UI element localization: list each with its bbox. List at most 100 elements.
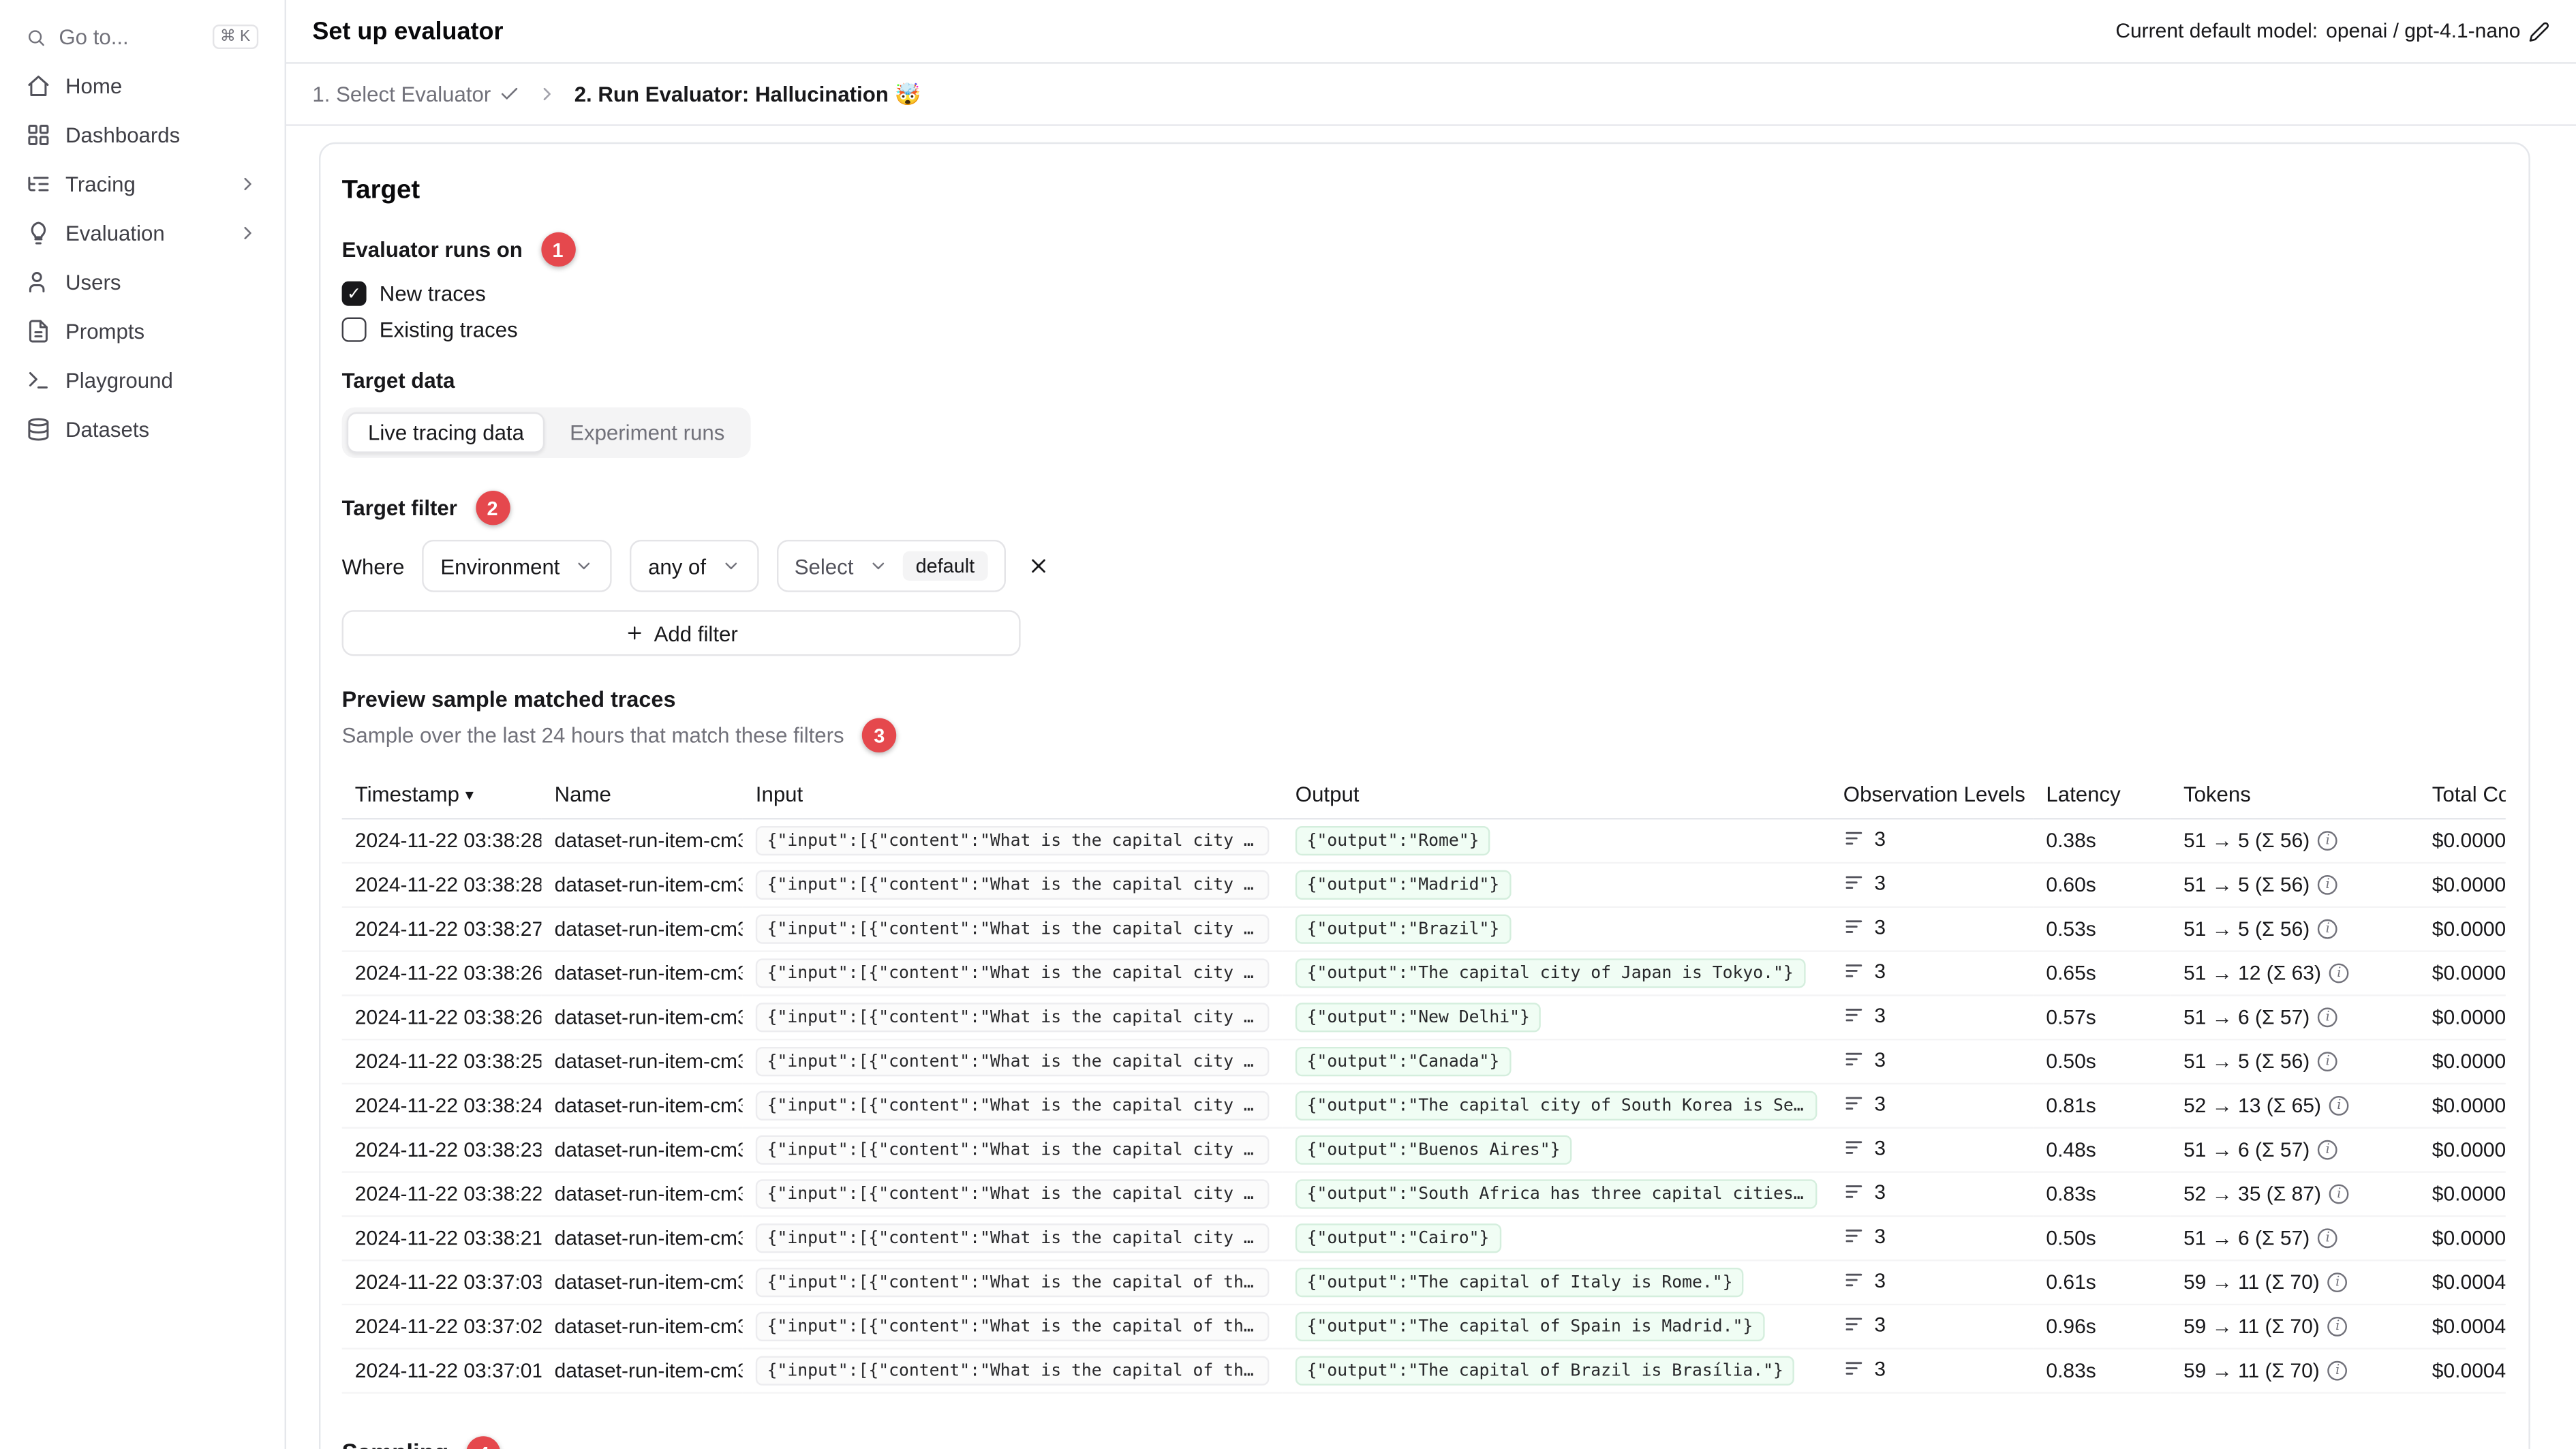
- edit-model-icon[interactable]: [2528, 20, 2549, 42]
- output-chip[interactable]: {"output":"Buenos Aires"}: [1295, 1135, 1572, 1165]
- cell-output: {"output":"New Delhi"}: [1282, 995, 1830, 1041]
- col-header-tokens[interactable]: Tokens: [2170, 770, 2419, 820]
- content: Target Evaluator runs on 1 ✓ New traces …: [286, 125, 2576, 1449]
- input-chip[interactable]: {"input":[{"content":"What is the capita…: [755, 1135, 1270, 1165]
- input-chip[interactable]: {"input":[{"content":"What is the capita…: [755, 1047, 1270, 1077]
- col-header-output[interactable]: Output: [1282, 770, 1830, 820]
- table-body: 2024-11-22 03:38:28 dataset-run-item-cm3…: [341, 819, 2506, 1394]
- evaluation-icon: [31, 222, 46, 245]
- info-icon: i: [2318, 919, 2338, 939]
- step-run-evaluator: 2. Run Evaluator: Hallucination 🤯: [574, 80, 921, 106]
- cell-latency: 0.57s: [2033, 995, 2171, 1041]
- table-row[interactable]: 2024-11-22 03:38:25 dataset-run-item-cm3…: [341, 1039, 2506, 1085]
- tab-live-tracing-data[interactable]: Live tracing data: [346, 412, 546, 453]
- info-icon: i: [2318, 875, 2338, 895]
- input-chip[interactable]: {"input":[{"content":"What is the capita…: [755, 1223, 1270, 1253]
- sidebar-item-playground[interactable]: Playground: [13, 356, 271, 404]
- checkbox-row-new-traces[interactable]: ✓ New traces: [341, 281, 2506, 306]
- info-icon: i: [2327, 1360, 2348, 1381]
- table-row[interactable]: 2024-11-22 03:38:22 dataset-run-item-cm3…: [341, 1172, 2506, 1217]
- table-row[interactable]: 2024-11-22 03:38:26 dataset-run-item-cm3…: [341, 995, 2506, 1041]
- cell-name: dataset-run-item-cm3s4: [541, 819, 743, 864]
- checkbox-row-existing-traces[interactable]: Existing traces: [341, 317, 2506, 342]
- where-label: Where: [341, 553, 405, 579]
- output-chip[interactable]: {"output":"The capital city of South Kor…: [1295, 1090, 1818, 1121]
- table-row[interactable]: 2024-11-22 03:38:26 dataset-run-item-cm3…: [341, 951, 2506, 996]
- table-row[interactable]: 2024-11-22 03:38:23 dataset-run-item-cm3…: [341, 1127, 2506, 1173]
- sidebar-item-home[interactable]: Home: [13, 62, 271, 110]
- cell-output: {"output":"Madrid"}: [1282, 863, 1830, 909]
- sidebar-item-prompts[interactable]: Prompts: [13, 307, 271, 355]
- col-header-total-cost[interactable]: Total Cost: [2419, 770, 2506, 820]
- col-header-timestamp[interactable]: Timestamp ▼: [341, 770, 542, 820]
- sidebar-item-evaluation[interactable]: Evaluation: [13, 209, 271, 257]
- input-chip[interactable]: {"input":[{"content":"What is the capita…: [755, 1179, 1270, 1209]
- table-row[interactable]: 2024-11-22 03:37:01 dataset-run-item-cm3…: [341, 1348, 2506, 1394]
- input-chip[interactable]: {"input":[{"content":"What is the capita…: [755, 826, 1270, 856]
- input-chip[interactable]: {"input":[{"content":"What is the capita…: [755, 1003, 1270, 1033]
- input-chip[interactable]: {"input":[{"content":"What is the capita…: [755, 1090, 1270, 1121]
- add-filter-button[interactable]: Add filter: [341, 610, 1021, 656]
- sampling-label: Sampling: [342, 1440, 449, 1449]
- filter-operator-select[interactable]: any of: [630, 540, 758, 592]
- output-chip[interactable]: {"output":"Canada"}: [1295, 1047, 1512, 1077]
- cell-total-cost: $0.000011 (: [2419, 819, 2506, 864]
- table-row[interactable]: 2024-11-22 03:38:24 dataset-run-item-cm3…: [341, 1084, 2506, 1129]
- input-chip[interactable]: {"input":[{"content":"What is the capita…: [755, 1356, 1270, 1386]
- cell-observation-levels: 3: [1830, 906, 2034, 952]
- filter-value-placeholder: Select: [794, 553, 854, 579]
- cell-observation-levels: 3: [1830, 1127, 2034, 1173]
- cell-total-cost: $0.000011 (: [2419, 1039, 2506, 1085]
- table-row[interactable]: 2024-11-22 03:38:21 dataset-run-item-cm3…: [341, 1216, 2506, 1262]
- levels-icon: [1845, 832, 1862, 845]
- input-chip[interactable]: {"input":[{"content":"What is the capita…: [755, 1268, 1270, 1298]
- existing-traces-checkbox[interactable]: [341, 317, 367, 342]
- cell-latency: 0.83s: [2033, 1348, 2171, 1394]
- input-chip[interactable]: {"input":[{"content":"What is the capita…: [755, 870, 1270, 900]
- table-row[interactable]: 2024-11-22 03:37:02 dataset-run-item-cm3…: [341, 1305, 2506, 1350]
- goto-search[interactable]: Go to... ⌘ K: [13, 13, 271, 61]
- sidebar-item-users[interactable]: Users: [13, 258, 271, 306]
- cell-input: {"input":[{"content":"What is the capita…: [742, 1260, 1283, 1306]
- table-row[interactable]: 2024-11-22 03:37:03 dataset-run-item-cm3…: [341, 1260, 2506, 1306]
- sidebar-item-dashboards[interactable]: Dashboards: [13, 111, 271, 159]
- filter-column-select[interactable]: Environment: [422, 540, 613, 592]
- cell-input: {"input":[{"content":"What is the capita…: [742, 863, 1283, 909]
- output-chip[interactable]: {"output":"New Delhi"}: [1295, 1003, 1542, 1033]
- output-chip[interactable]: {"output":"Madrid"}: [1295, 870, 1512, 900]
- col-header-observation-levels[interactable]: Observation Levels: [1830, 770, 2034, 820]
- output-chip[interactable]: {"output":"Rome"}: [1295, 826, 1491, 856]
- input-chip[interactable]: {"input":[{"content":"What is the capita…: [755, 1311, 1270, 1342]
- new-traces-checkbox[interactable]: ✓: [341, 281, 367, 306]
- filter-value-select[interactable]: Select default: [776, 540, 1006, 592]
- step-select-evaluator[interactable]: 1. Select Evaluator: [312, 82, 520, 106]
- sidebar-item-datasets[interactable]: Datasets: [13, 406, 271, 453]
- playground-icon: [29, 372, 48, 389]
- table-row[interactable]: 2024-11-22 03:38:27 dataset-run-item-cm3…: [341, 906, 2506, 952]
- col-header-latency[interactable]: Latency: [2033, 770, 2171, 820]
- output-chip[interactable]: {"output":"South Africa has three capita…: [1295, 1179, 1818, 1209]
- output-chip[interactable]: {"output":"Cairo"}: [1295, 1223, 1501, 1253]
- sidebar-item-tracing[interactable]: Tracing: [13, 160, 271, 208]
- output-chip[interactable]: {"output":"Brazil"}: [1295, 914, 1512, 944]
- col-header-name[interactable]: Name: [541, 770, 743, 820]
- input-chip[interactable]: {"input":[{"content":"What is the capita…: [755, 914, 1270, 944]
- cell-latency: 0.48s: [2033, 1127, 2171, 1173]
- tab-experiment-runs[interactable]: Experiment runs: [549, 412, 746, 453]
- output-chip[interactable]: {"output":"The capital city of Japan is …: [1295, 958, 1805, 988]
- input-chip[interactable]: {"input":[{"content":"What is the capita…: [755, 958, 1270, 988]
- output-chip[interactable]: {"output":"The capital of Spain is Madri…: [1295, 1311, 1765, 1342]
- cell-timestamp: 2024-11-22 03:37:01: [341, 1348, 542, 1394]
- table-row[interactable]: 2024-11-22 03:38:28 dataset-run-item-cm3…: [341, 819, 2506, 864]
- output-chip[interactable]: {"output":"The capital of Brazil is Bras…: [1295, 1356, 1795, 1386]
- sidebar: Go to... ⌘ K Home Dashboards Tracing Eva…: [0, 0, 287, 1449]
- output-chip[interactable]: {"output":"The capital of Italy is Rome.…: [1295, 1268, 1745, 1298]
- cell-total-cost: $0.000015: [2419, 951, 2506, 996]
- sidebar-item-label: Evaluation: [65, 221, 165, 245]
- cell-tokens: 51 → 5 (Σ 56) i: [2170, 906, 2419, 952]
- col-header-input[interactable]: Input: [742, 770, 1283, 820]
- cell-tokens: 59 → 11 (Σ 70) i: [2170, 1260, 2419, 1306]
- cell-observation-levels: 3: [1830, 1084, 2034, 1129]
- table-row[interactable]: 2024-11-22 03:38:28 dataset-run-item-cm3…: [341, 863, 2506, 909]
- remove-filter-button[interactable]: [1024, 551, 1053, 581]
